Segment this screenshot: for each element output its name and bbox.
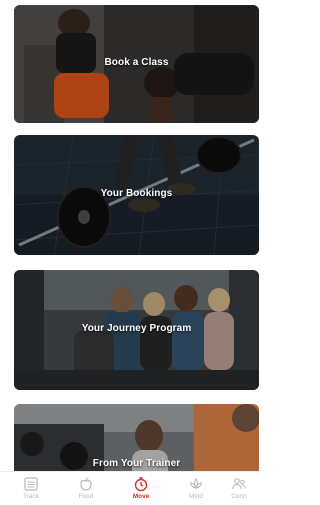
nav-label-mind: Mind xyxy=(188,493,204,500)
nav-label-move: Move xyxy=(132,493,150,500)
nav-item-track[interactable]: Track xyxy=(6,472,56,505)
nav-label-food: Food xyxy=(78,493,94,500)
nav-item-conn[interactable]: Conn xyxy=(219,472,259,505)
nav-label-conn: Conn xyxy=(231,493,247,500)
lotus-icon xyxy=(189,478,203,489)
calendar-list-icon xyxy=(24,477,38,491)
nav-item-mind[interactable]: Mind xyxy=(171,472,221,505)
book-class-label: Book a Class xyxy=(104,57,169,68)
bottom-nav: Track Food Move Mind Conn xyxy=(0,471,259,505)
stopwatch-icon xyxy=(134,477,148,492)
your-bookings-label: Your Bookings xyxy=(100,188,173,199)
apple-icon xyxy=(80,477,92,491)
nav-item-move[interactable]: Move xyxy=(116,472,166,505)
nav-label-track: Track xyxy=(22,493,39,500)
nav-item-food[interactable]: Food xyxy=(61,472,111,505)
people-icon xyxy=(232,478,246,490)
journey-program-label: Your Journey Program xyxy=(81,323,192,334)
your-bookings-card[interactable]: Your Bookings xyxy=(14,135,259,255)
book-class-card[interactable]: Book a Class xyxy=(14,5,259,123)
journey-program-card[interactable]: Your Journey Program xyxy=(14,270,259,390)
from-trainer-label: From Your Trainer xyxy=(92,458,181,469)
